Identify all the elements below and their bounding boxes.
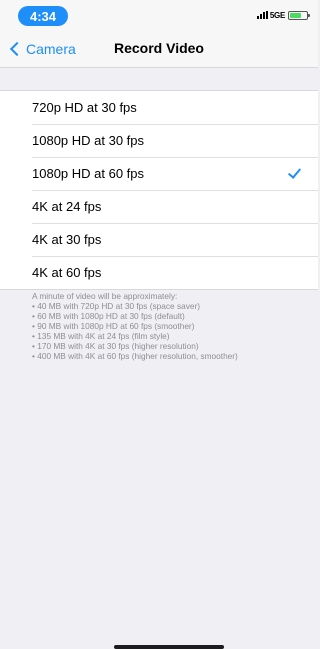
footer-intro: A minute of video will be approximately: [32,291,178,301]
option-1080p-60[interactable]: 1080p HD at 60 fps [0,157,318,190]
status-time: 4:34 [29,8,57,24]
resolution-options-list: 720p HD at 30 fps 1080p HD at 30 fps 108… [0,90,318,290]
home-indicator[interactable] [114,645,224,649]
footer-line: • 170 MB with 4K at 30 fps (higher resol… [32,341,199,351]
option-4k-60[interactable]: 4K at 60 fps [0,256,318,289]
option-720p-30[interactable]: 720p HD at 30 fps [0,91,318,124]
option-4k-30[interactable]: 4K at 30 fps [0,223,318,256]
footer-line: • 60 MB with 1080p HD at 30 fps (default… [32,311,185,321]
network-label: 5GE [269,10,285,20]
status-indicators: 5GE [256,8,310,22]
battery-fill [290,12,301,18]
footer-line: • 40 MB with 720p HD at 30 fps (space sa… [32,301,200,311]
storage-info-note: A minute of video will be approximately:… [32,291,312,361]
signal-icon [256,11,268,19]
option-1080p-30[interactable]: 1080p HD at 30 fps [0,124,318,157]
option-label: 1080p HD at 60 fps [32,166,145,181]
option-label: 4K at 60 fps [32,265,102,280]
time-pill[interactable]: 4:34 [18,6,68,26]
footer-line: • 90 MB with 1080p HD at 60 fps (smoothe… [32,321,195,331]
option-label: 4K at 24 fps [32,199,102,214]
page-title: Record Video [114,40,204,56]
option-label: 720p HD at 30 fps [32,100,137,115]
option-label: 4K at 30 fps [32,232,102,247]
status-bar: 4:34 5GE [0,0,318,30]
battery-icon [288,10,310,20]
option-label: 1080p HD at 30 fps [32,133,145,148]
footer-line: • 400 MB with 4K at 60 fps (higher resol… [32,351,238,361]
footer-line: • 135 MB with 4K at 24 fps (film style) [32,331,170,341]
navigation-bar: Camera Record Video [0,30,318,68]
checkmark-icon [287,165,302,179]
option-4k-24[interactable]: 4K at 24 fps [0,190,318,223]
